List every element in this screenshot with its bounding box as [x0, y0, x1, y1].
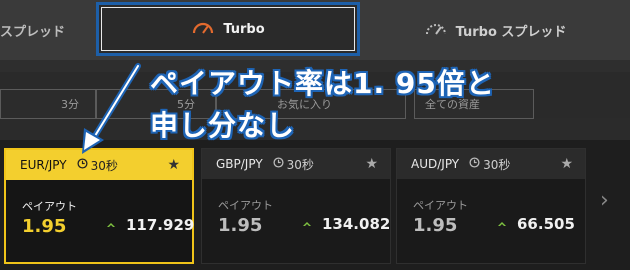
payout-value: 1.95 — [22, 216, 67, 237]
tab-turbo-spread-label: Turbo スプレッド — [455, 24, 567, 40]
favorite-star-icon[interactable]: ★ — [365, 156, 378, 172]
pair-name: AUD/JPY — [411, 157, 460, 171]
tab-spread-left-label: スプレッド — [0, 24, 66, 40]
annotation-line-1: ペイアウト率は1. 95倍と — [150, 67, 495, 100]
card-body: ペイアウト 1.95 66.505 — [397, 179, 585, 265]
payout-value: 1.95 — [413, 215, 458, 236]
clock-icon — [273, 157, 284, 171]
up-arrow-icon — [302, 215, 312, 233]
expiry-time-label: 30秒 — [483, 157, 511, 172]
expiry-time: 30秒 — [469, 156, 510, 173]
tab-turbo[interactable]: Turbo — [96, 2, 360, 56]
annotation-line-2: 申し分なし — [150, 109, 296, 142]
payout-value: 1.95 — [218, 215, 263, 236]
asset-card-audjpy[interactable]: AUD/JPY 30秒 ★ ペイアウト 1.95 66.505 — [396, 148, 586, 264]
clock-icon — [469, 157, 480, 171]
card-body: ペイアウト 1.95 134.082 — [202, 179, 390, 265]
card-header: AUD/JPY 30秒 ★ — [397, 149, 585, 179]
payout-label: ペイアウト — [413, 199, 468, 212]
price-value: 117.929 — [126, 216, 195, 234]
price: 117.929 — [106, 216, 194, 234]
favorite-star-icon[interactable]: ★ — [167, 157, 180, 173]
tab-turbo-label: Turbo — [223, 21, 265, 37]
chevron-right-icon[interactable]: › — [600, 188, 609, 213]
annotation-arrow-icon — [60, 62, 150, 166]
up-arrow-icon — [497, 215, 507, 233]
expiry-time: 30秒 — [273, 156, 314, 173]
asset-card-gbpjpy[interactable]: GBP/JPY 30秒 ★ ペイアウト 1.95 134.082 — [201, 148, 391, 264]
payout-label: ペイアウト — [22, 200, 77, 213]
card-header: GBP/JPY 30秒 ★ — [202, 149, 390, 179]
speedometer-icon — [424, 20, 448, 40]
price-value: 66.505 — [517, 215, 575, 233]
price: 66.505 — [497, 215, 575, 233]
speedometer-icon — [191, 19, 215, 39]
up-arrow-icon — [106, 216, 116, 234]
price-value: 134.082 — [322, 215, 391, 233]
tab-spread-left[interactable]: スプレッド — [0, 0, 98, 60]
payout-label: ペイアウト — [218, 199, 273, 212]
card-body: ペイアウト 1.95 117.929 — [6, 180, 194, 266]
expiry-time-label: 30秒 — [286, 157, 314, 172]
pair-name: GBP/JPY — [216, 157, 263, 171]
price: 134.082 — [302, 215, 390, 233]
favorite-star-icon[interactable]: ★ — [560, 156, 573, 172]
tab-turbo-spread[interactable]: Turbo スプレッド — [360, 0, 630, 60]
